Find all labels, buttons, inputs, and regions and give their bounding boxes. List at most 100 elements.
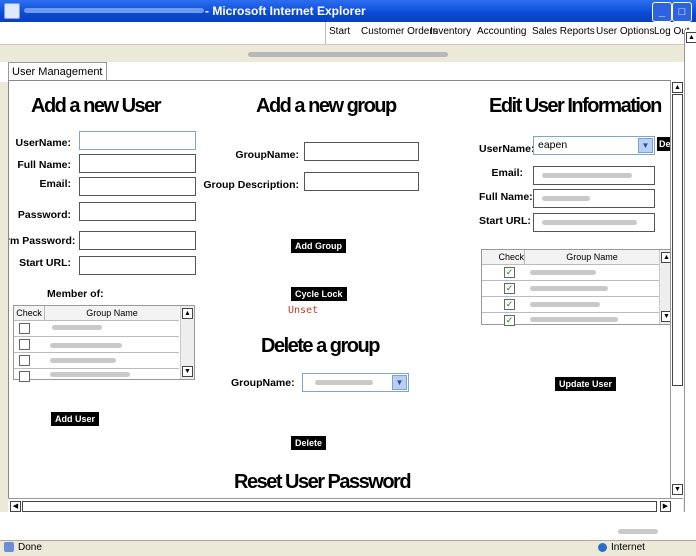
blurred-group-name [50,372,130,377]
table-row: ✓ [482,297,659,313]
nav-inventory[interactable]: Inventory [430,26,471,37]
group-name-input[interactable] [304,142,419,161]
table-row [14,337,179,353]
edit-fullname-label: Full Name: [479,191,533,203]
blurred-full-name [542,196,590,201]
add-user-button[interactable]: Add User [51,412,100,426]
table-row [14,353,179,369]
add-group-title: Add a new group [256,95,397,117]
nav-accounting[interactable]: Accounting [477,26,526,37]
blurred-group-name [52,325,102,330]
add-user-email-input[interactable] [79,177,196,196]
edit-user-title: Edit User Information [489,95,662,117]
nav-user-options[interactable]: User Options [596,26,654,37]
add-group-button[interactable]: Add Group [291,239,346,253]
blurred-start-url [542,220,637,225]
add-user-groups-grid: Check Group Name ▲ ▼ [13,305,195,382]
delete-group-button[interactable]: Delete [291,436,327,450]
unset-status-text: Unset [288,305,319,316]
zone-text: Internet [611,542,645,553]
scroll-down-arrow-icon[interactable]: ▼ [182,366,193,377]
group-description-input[interactable] [304,172,419,191]
globe-icon [598,543,607,552]
edit-username-label: UserName: [479,143,535,155]
blurred-group-name [50,343,122,348]
scroll-left-arrow-icon[interactable]: ◀ [10,501,21,512]
ie-icon [4,3,20,19]
group-checkbox[interactable] [19,339,30,350]
nav-start[interactable]: Start [329,26,350,37]
cycle-lock-button[interactable]: Cycle Lock [291,287,347,301]
table-row [14,321,179,337]
tab-user-management[interactable]: User Management [8,62,107,81]
delete-group-name-label: GroupName: [231,377,295,389]
group-checkbox[interactable] [19,371,30,382]
delete-group-select[interactable]: ▼ [302,373,409,392]
page-done-icon [4,542,14,552]
add-user-fullname-input[interactable] [79,154,196,173]
blurred-footer-text [618,529,658,534]
update-user-button[interactable]: Update User [555,377,617,391]
window-title: - Microsoft Internet Explorer [205,4,366,18]
table-row [14,369,179,384]
scroll-right-arrow-icon[interactable]: ▶ [660,501,671,512]
blurred-group-name [530,317,618,322]
add-user-starturl-input[interactable] [79,256,196,275]
edit-fullname-input[interactable] [533,189,655,208]
scroll-down-arrow-icon[interactable]: ▼ [672,484,683,495]
chevron-down-icon[interactable]: ▼ [638,138,653,153]
add-user-password-label: Password: [17,209,71,221]
add-user-confirm-password-input[interactable] [79,231,196,250]
group-checkbox-checked[interactable]: ✓ [504,283,515,294]
groups-grid-scrollbar[interactable]: ▲ ▼ [180,306,194,379]
delete-group-title: Delete a group [261,335,380,357]
group-checkbox-checked[interactable]: ✓ [504,299,515,310]
scrollbar-thumb[interactable] [22,501,657,512]
top-nav: Start Customer Orders Inventory Accounti… [0,22,696,45]
blurred-email [542,173,632,178]
group-checkbox[interactable] [19,323,30,334]
nav-sales-reports[interactable]: Sales Reports [532,26,595,37]
blurred-page-title [24,8,204,13]
add-user-confirm-password-label: irm Password: [8,235,76,247]
edit-starturl-label: Start URL: [479,215,531,227]
table-row: ✓ [482,313,659,328]
title-bar: - Microsoft Internet Explorer _ □ [0,0,696,22]
status-text: Done [18,542,42,553]
grid-header-group-name: Group Name [525,250,659,265]
nav-customer-orders[interactable]: Customer Orders [361,26,438,37]
table-row: ✓ [482,265,659,281]
group-checkbox-checked[interactable]: ✓ [504,315,515,326]
grid-header-check: Check [14,306,45,321]
add-user-title: Add a new User [31,95,162,117]
blurred-group-name [530,302,600,307]
grid-header-check: Check [482,250,525,265]
user-management-panel: Add a new User UserName: Full Name: Emai… [8,80,672,500]
edit-user-groups-grid: Check Group Name ✓ ✓ ✓ ✓ ▲ ▼ [481,249,671,328]
add-user-username-input[interactable] [79,131,196,150]
blurred-selected-group [315,380,373,385]
scroll-up-arrow-icon[interactable]: ▲ [686,32,696,43]
edit-email-input[interactable] [533,166,655,185]
add-user-password-input[interactable] [79,202,196,221]
window-scrollbar[interactable]: ▲ ▼ [684,30,696,540]
edit-username-select[interactable]: eapen ▼ [533,136,655,155]
add-user-email-label: Email: [39,178,71,190]
chevron-down-icon[interactable]: ▼ [392,375,407,390]
blurred-user-info [248,52,448,57]
group-checkbox[interactable] [19,355,30,366]
scroll-up-arrow-icon[interactable]: ▲ [182,308,193,319]
group-checkbox-checked[interactable]: ✓ [504,267,515,278]
lower-page-area [0,512,696,540]
scroll-up-arrow-icon[interactable]: ▲ [672,82,683,93]
blurred-group-name [50,358,116,363]
nav-divider [325,22,326,44]
page-vertical-scrollbar[interactable]: ▲ ▼ [670,80,684,498]
edit-starturl-input[interactable] [533,213,655,232]
group-description-label: Group Description: [203,179,299,191]
member-of-label: Member of: [47,288,104,300]
maximize-button[interactable]: □ [672,2,692,22]
page-horizontal-scrollbar[interactable]: ◀ ▶ [8,498,683,513]
minimize-button[interactable]: _ [652,2,672,22]
scrollbar-thumb[interactable] [672,94,683,386]
